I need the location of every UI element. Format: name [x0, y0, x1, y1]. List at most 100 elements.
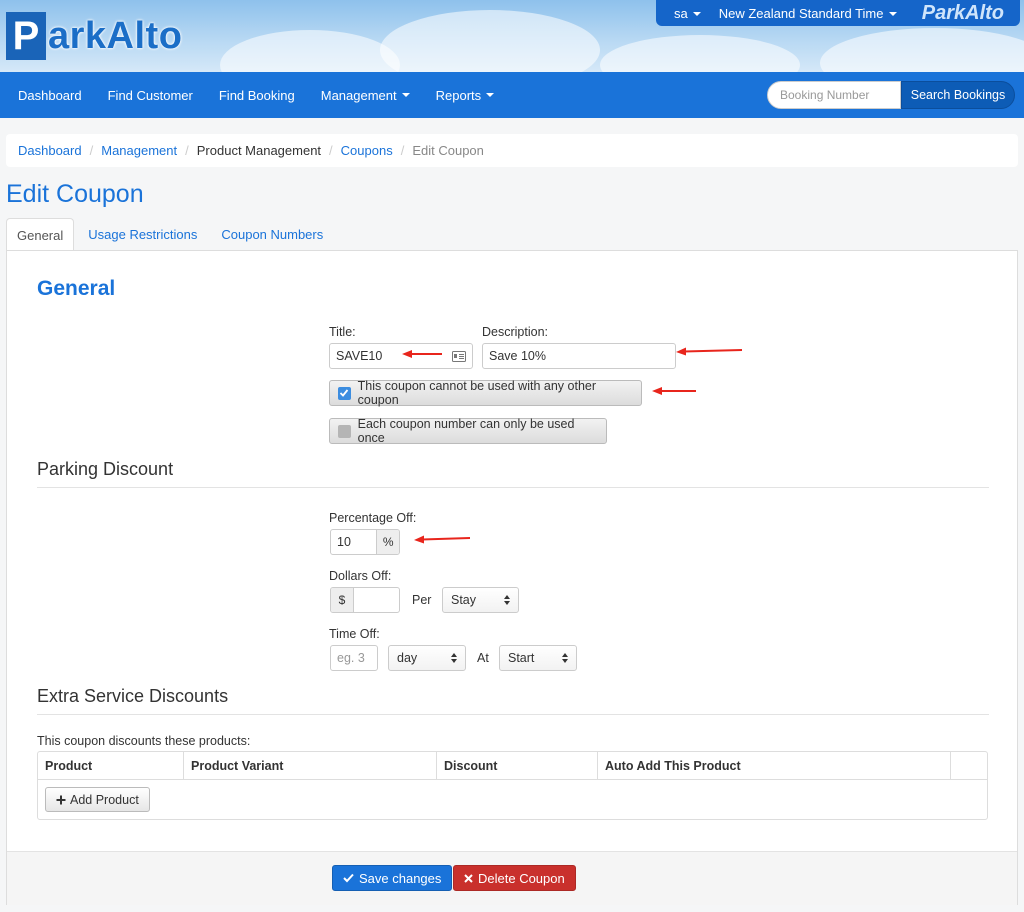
chevron-down-icon: [401, 93, 410, 97]
top-utility-bar: sa New Zealand Standard Time ParkAlto: [656, 0, 1020, 26]
column-header-variant: Product Variant: [184, 752, 437, 779]
booking-search: Search Bookings: [767, 81, 1015, 109]
breadcrumb-separator: /: [329, 143, 333, 158]
select-arrows-icon: [451, 653, 457, 663]
nav-find-customer[interactable]: Find Customer: [95, 72, 206, 118]
add-product-label: Add Product: [70, 792, 139, 807]
tab-bar: General Usage Restrictions Coupon Number…: [6, 218, 337, 251]
save-changes-label: Save changes: [359, 870, 442, 886]
annotation-arrow-icon: [652, 387, 696, 395]
exclusive-coupon-checkbox[interactable]: This coupon cannot be used with any othe…: [329, 379, 642, 407]
section-divider: [37, 714, 989, 715]
description-input[interactable]: Save 10%: [482, 343, 676, 369]
table-header-row: Product Product Variant Discount Auto Ad…: [38, 752, 987, 780]
page-title: Edit Coupon: [6, 180, 144, 208]
title-input[interactable]: SAVE10: [329, 343, 473, 369]
single-use-label: Each coupon number can only be used once: [357, 417, 575, 445]
time-off-label: Time Off:: [329, 627, 380, 641]
title-label: Title:: [329, 325, 356, 339]
nav-reports[interactable]: Reports: [423, 72, 508, 118]
time-unit-value: day: [397, 651, 418, 665]
tab-coupon-numbers[interactable]: Coupon Numbers: [211, 218, 333, 251]
time-off-placeholder: eg. 3: [337, 651, 365, 665]
contact-card-icon: [452, 350, 466, 362]
checkbox-checked-icon: [338, 386, 351, 400]
column-header-actions: [951, 752, 987, 779]
product-discount-table: Product Product Variant Discount Auto Ad…: [37, 751, 988, 820]
cloud-decoration: [600, 35, 800, 72]
cloud-decoration: [380, 10, 600, 72]
close-icon: [464, 873, 473, 883]
column-header-discount: Discount: [437, 752, 598, 779]
timezone-label: New Zealand Standard Time: [718, 5, 884, 21]
chevron-down-icon: [692, 12, 701, 17]
dollars-off-label: Dollars Off:: [329, 569, 392, 583]
per-select[interactable]: Stay: [442, 587, 519, 613]
single-use-checkbox[interactable]: Each coupon number can only be used once: [329, 417, 607, 445]
column-header-product: Product: [38, 752, 184, 779]
form-actions-bar: Save changes Delete Coupon: [7, 851, 1017, 905]
annotation-arrow-icon: [414, 535, 470, 544]
delete-coupon-label: Delete Coupon: [478, 870, 565, 886]
plus-icon: [56, 795, 66, 804]
add-product-button[interactable]: Add Product: [45, 787, 150, 812]
booking-number-input[interactable]: [767, 81, 901, 109]
annotation-arrow-icon: [676, 347, 742, 356]
time-unit-select[interactable]: day: [388, 645, 466, 671]
tab-usage-restrictions[interactable]: Usage Restrictions: [78, 218, 207, 251]
breadcrumb-product-management: Product Management: [196, 143, 322, 158]
at-select-value: Start: [508, 651, 535, 665]
per-select-value: Stay: [451, 593, 477, 607]
description-label: Description:: [482, 325, 548, 339]
breadcrumb-separator: /: [89, 143, 94, 158]
parkalto-logo[interactable]: P arkAlto: [6, 12, 182, 60]
percentage-off-label: Percentage Off:: [329, 511, 417, 525]
breadcrumb: Dashboard / Management / Product Managem…: [6, 134, 1018, 167]
select-arrows-icon: [562, 653, 568, 663]
section-divider: [37, 487, 989, 488]
check-icon: [343, 873, 354, 883]
percentage-off-value: 10: [337, 535, 351, 549]
breadcrumb-coupons[interactable]: Coupons: [341, 143, 393, 158]
breadcrumb-management[interactable]: Management: [101, 143, 177, 158]
nav-management-label: Management: [320, 87, 397, 103]
checkbox-unchecked-icon: [338, 424, 351, 438]
brand-logo-small: ParkAlto: [921, 1, 1004, 24]
save-changes-button[interactable]: Save changes: [332, 865, 453, 891]
title-value: SAVE10: [336, 349, 383, 363]
at-label: At: [477, 651, 489, 665]
parking-discount-heading: Parking Discount: [37, 459, 174, 479]
breadcrumb-edit-coupon: Edit Coupon: [412, 143, 484, 158]
timezone-menu[interactable]: New Zealand Standard Time: [719, 6, 897, 21]
breadcrumb-dashboard[interactable]: Dashboard: [18, 143, 82, 158]
nav-management[interactable]: Management: [308, 72, 423, 118]
description-value: Save 10%: [489, 349, 546, 363]
chevron-down-icon: [888, 12, 897, 17]
user-menu[interactable]: sa: [674, 6, 701, 21]
dollar-symbol: $: [331, 588, 354, 612]
extra-services-heading: Extra Service Discounts: [37, 686, 229, 706]
search-bookings-button[interactable]: Search Bookings: [901, 81, 1015, 109]
dollars-off-value: [354, 588, 366, 612]
annotation-arrow-icon: [402, 350, 442, 358]
cloud-decoration: [220, 30, 400, 72]
dollars-off-input[interactable]: $: [330, 587, 400, 613]
select-arrows-icon: [504, 595, 510, 605]
nav-dashboard[interactable]: Dashboard: [0, 72, 95, 118]
time-off-input[interactable]: eg. 3: [330, 645, 378, 671]
percent-symbol: %: [376, 530, 399, 554]
main-navbar: Dashboard Find Customer Find Booking Man…: [0, 72, 1024, 118]
percentage-off-input[interactable]: 10 %: [330, 529, 400, 555]
cloud-decoration: [820, 28, 1024, 72]
logo-mark: P: [6, 12, 46, 60]
header-banner: P arkAlto sa New Zealand Standard Time P…: [0, 0, 1024, 72]
exclusive-coupon-label: This coupon cannot be used with any othe…: [357, 379, 597, 407]
nav-reports-label: Reports: [435, 87, 482, 103]
tab-general[interactable]: General: [6, 218, 75, 251]
delete-coupon-button[interactable]: Delete Coupon: [453, 865, 576, 891]
chevron-down-icon: [486, 93, 495, 97]
breadcrumb-separator: /: [400, 143, 405, 158]
column-header-auto-add: Auto Add This Product: [598, 752, 951, 779]
at-select[interactable]: Start: [499, 645, 577, 671]
nav-find-booking[interactable]: Find Booking: [206, 72, 308, 118]
